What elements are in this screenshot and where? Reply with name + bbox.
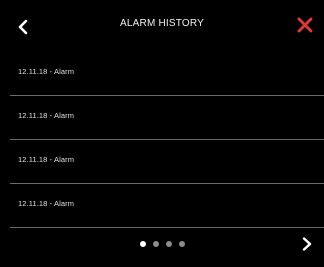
alarm-list: 12.11.18 - Alarm 12.11.18 - Alarm 12.11.… — [0, 52, 324, 228]
page-dot-4[interactable] — [178, 241, 185, 247]
alarm-label: 12.11.18 - Alarm — [18, 155, 75, 164]
alarm-list-item[interactable]: 12.11.18 - Alarm — [0, 52, 324, 96]
alarm-list-item[interactable]: 12.11.18 - Alarm — [0, 96, 324, 140]
alarm-label: 12.11.18 - Alarm — [18, 199, 75, 208]
close-icon — [297, 17, 313, 33]
alarm-list-item[interactable]: 12.11.18 - Alarm — [0, 140, 324, 184]
divider — [10, 227, 324, 228]
next-page-button[interactable] — [296, 232, 318, 256]
alarm-label: 12.11.18 - Alarm — [18, 111, 75, 120]
alarm-label: 12.11.18 - Alarm — [18, 67, 75, 76]
page-dot-3[interactable] — [165, 241, 172, 247]
page-dot-2[interactable] — [152, 241, 159, 247]
alarm-list-item[interactable]: 12.11.18 - Alarm — [0, 184, 324, 228]
page-dot-1[interactable] — [139, 241, 146, 247]
close-button[interactable] — [292, 12, 318, 38]
chevron-right-icon — [302, 237, 312, 251]
page-title: ALARM HISTORY — [120, 18, 204, 29]
header-bar: ALARM HISTORY — [0, 0, 324, 52]
page-indicator — [0, 237, 324, 251]
